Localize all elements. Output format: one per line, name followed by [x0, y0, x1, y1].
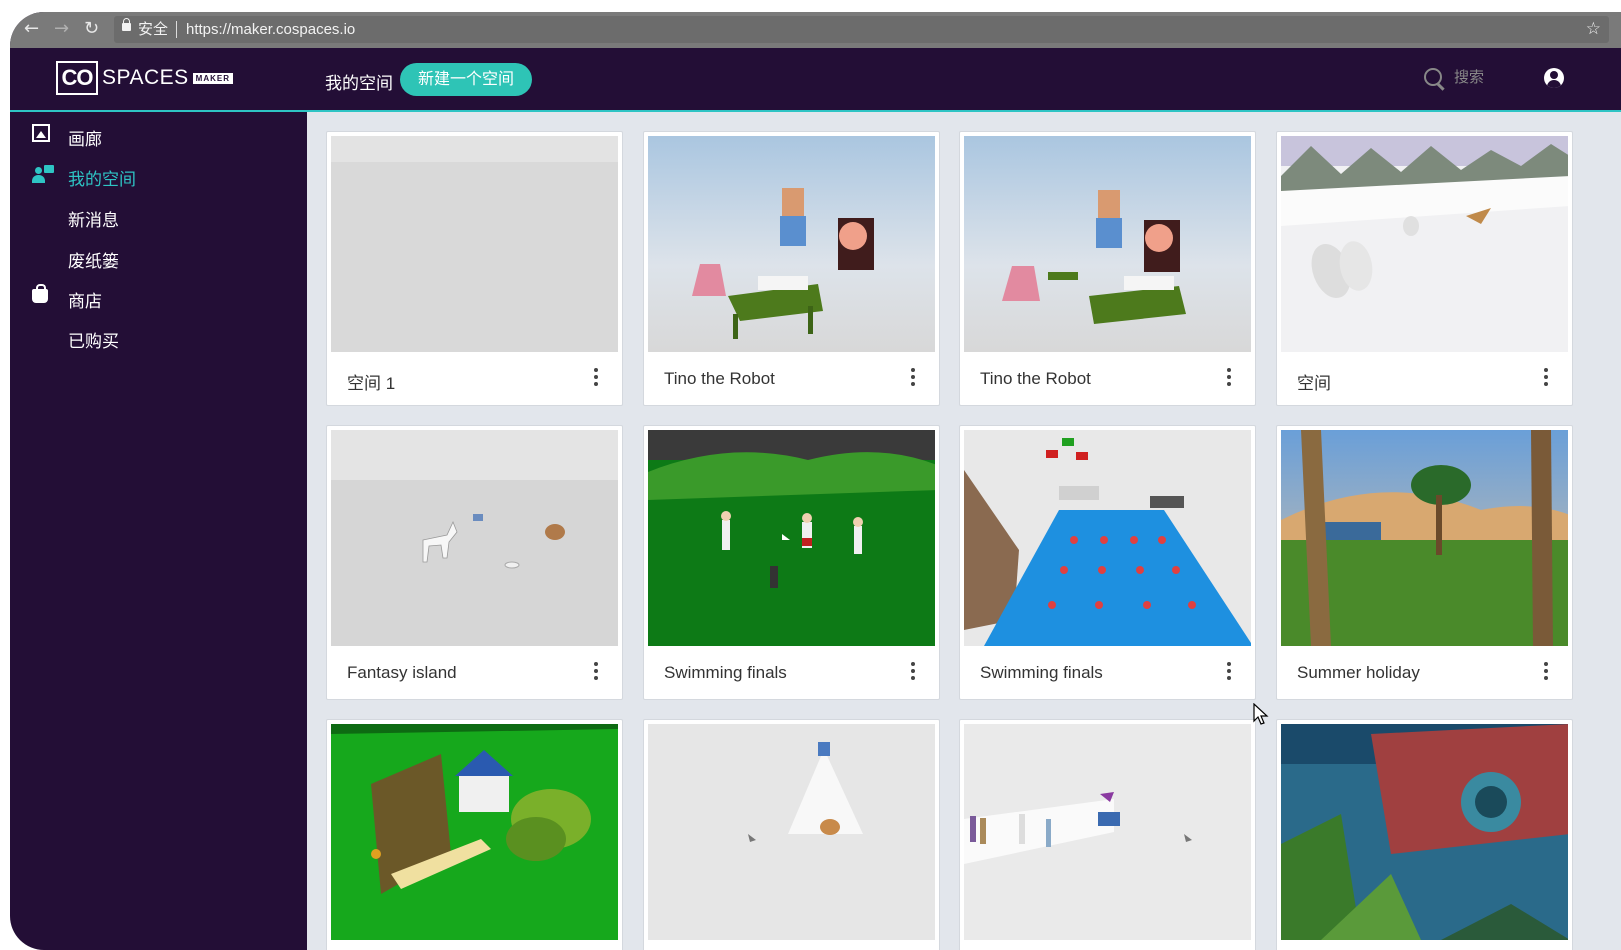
- space-card[interactable]: Summer holiday: [1276, 425, 1573, 700]
- sidebar-item-my-spaces[interactable]: 我的空间: [68, 165, 136, 190]
- more-options-icon[interactable]: [594, 368, 598, 388]
- browser-bar: ← → ↻ 安全 https://maker.cospaces.io ☆: [10, 12, 1621, 49]
- mouse-cursor-icon: [1253, 703, 1269, 725]
- search-box[interactable]: 搜索: [1424, 66, 1484, 87]
- space-title[interactable]: Tino the Robot: [980, 369, 1091, 389]
- space-thumbnail[interactable]: [964, 136, 1251, 352]
- space-thumbnail[interactable]: [1281, 136, 1568, 352]
- sidebar-item-messages[interactable]: 新消息: [68, 206, 119, 231]
- more-options-icon[interactable]: [911, 662, 915, 682]
- logo-co: CO: [56, 61, 98, 95]
- url-text[interactable]: https://maker.cospaces.io: [186, 16, 355, 43]
- user-account-icon[interactable]: [1544, 68, 1564, 88]
- cospaces-logo[interactable]: CO SPACES MAKER: [56, 60, 233, 96]
- space-thumbnail[interactable]: [964, 430, 1251, 646]
- space-card[interactable]: 空间: [1276, 131, 1573, 406]
- secure-label: 安全: [138, 21, 169, 38]
- people-icon: [32, 165, 54, 183]
- sidebar-item-shop[interactable]: 商店: [68, 287, 102, 312]
- sidebar-item-trash[interactable]: 废纸篓: [68, 247, 119, 272]
- space-card[interactable]: 空间 1: [326, 131, 623, 406]
- reload-icon[interactable]: ↻: [84, 18, 99, 39]
- star-icon[interactable]: ☆: [1586, 16, 1601, 43]
- space-card[interactable]: Tino the Robot: [959, 131, 1256, 406]
- app-window: ← → ↻ 安全 https://maker.cospaces.io ☆ CO …: [10, 12, 1621, 950]
- space-thumbnail[interactable]: [331, 430, 618, 646]
- space-thumbnail[interactable]: [648, 430, 935, 646]
- divider: [176, 21, 177, 38]
- more-options-icon[interactable]: [1544, 368, 1548, 388]
- space-thumbnail[interactable]: [1281, 430, 1568, 646]
- search-icon[interactable]: [1424, 67, 1442, 86]
- space-thumbnail[interactable]: [964, 724, 1251, 940]
- lock-icon: [122, 18, 131, 31]
- logo-spaces: SPACES: [102, 66, 189, 89]
- space-card[interactable]: [643, 719, 940, 950]
- space-thumbnail[interactable]: [331, 724, 618, 940]
- space-title[interactable]: Swimming finals: [664, 663, 787, 683]
- more-options-icon[interactable]: [911, 368, 915, 388]
- space-title[interactable]: 空间: [1297, 369, 1331, 394]
- app-header: CO SPACES MAKER 我的空间 新建一个空间 搜索: [10, 48, 1621, 112]
- my-spaces-link[interactable]: 我的空间: [325, 69, 393, 94]
- space-title[interactable]: 空间 1: [347, 369, 395, 394]
- space-title[interactable]: Fantasy island: [347, 663, 457, 683]
- sidebar-item-purchased[interactable]: 已购买: [68, 327, 119, 352]
- space-card[interactable]: Swimming finals: [959, 425, 1256, 700]
- space-card[interactable]: [326, 719, 623, 950]
- shopping-bag-icon: [32, 284, 48, 303]
- more-options-icon[interactable]: [1227, 368, 1231, 388]
- address-bar[interactable]: 安全 https://maker.cospaces.io ☆: [114, 16, 1609, 43]
- space-title[interactable]: Tino the Robot: [664, 369, 775, 389]
- logo-maker: MAKER: [192, 72, 233, 84]
- space-card[interactable]: [1276, 719, 1573, 950]
- arrow-left-icon[interactable]: ←: [24, 18, 39, 39]
- sidebar-item-gallery[interactable]: 画廊: [68, 125, 102, 150]
- more-options-icon[interactable]: [1544, 662, 1548, 682]
- space-title[interactable]: Summer holiday: [1297, 663, 1420, 683]
- space-card[interactable]: [959, 719, 1256, 950]
- gallery-icon: [32, 124, 50, 142]
- space-thumbnail[interactable]: [648, 724, 935, 940]
- space-title[interactable]: Swimming finals: [980, 663, 1103, 683]
- space-card[interactable]: Fantasy island: [326, 425, 623, 700]
- new-space-button[interactable]: 新建一个空间: [400, 63, 533, 96]
- more-options-icon[interactable]: [1227, 662, 1231, 682]
- search-placeholder: 搜索: [1454, 69, 1485, 86]
- space-card[interactable]: Tino the Robot: [643, 131, 940, 406]
- arrow-right-icon[interactable]: →: [54, 18, 69, 39]
- space-thumbnail[interactable]: [331, 136, 618, 352]
- space-thumbnail[interactable]: [1281, 724, 1568, 940]
- more-options-icon[interactable]: [594, 662, 598, 682]
- space-thumbnail[interactable]: [648, 136, 935, 352]
- sidebar: 画廊 我的空间 新消息 废纸篓 商店 已购买: [10, 112, 307, 950]
- space-card[interactable]: Swimming finals: [643, 425, 940, 700]
- spaces-grid: 空间 1 Tino the Robot Tino the Robot 空间 Fa…: [307, 112, 1621, 950]
